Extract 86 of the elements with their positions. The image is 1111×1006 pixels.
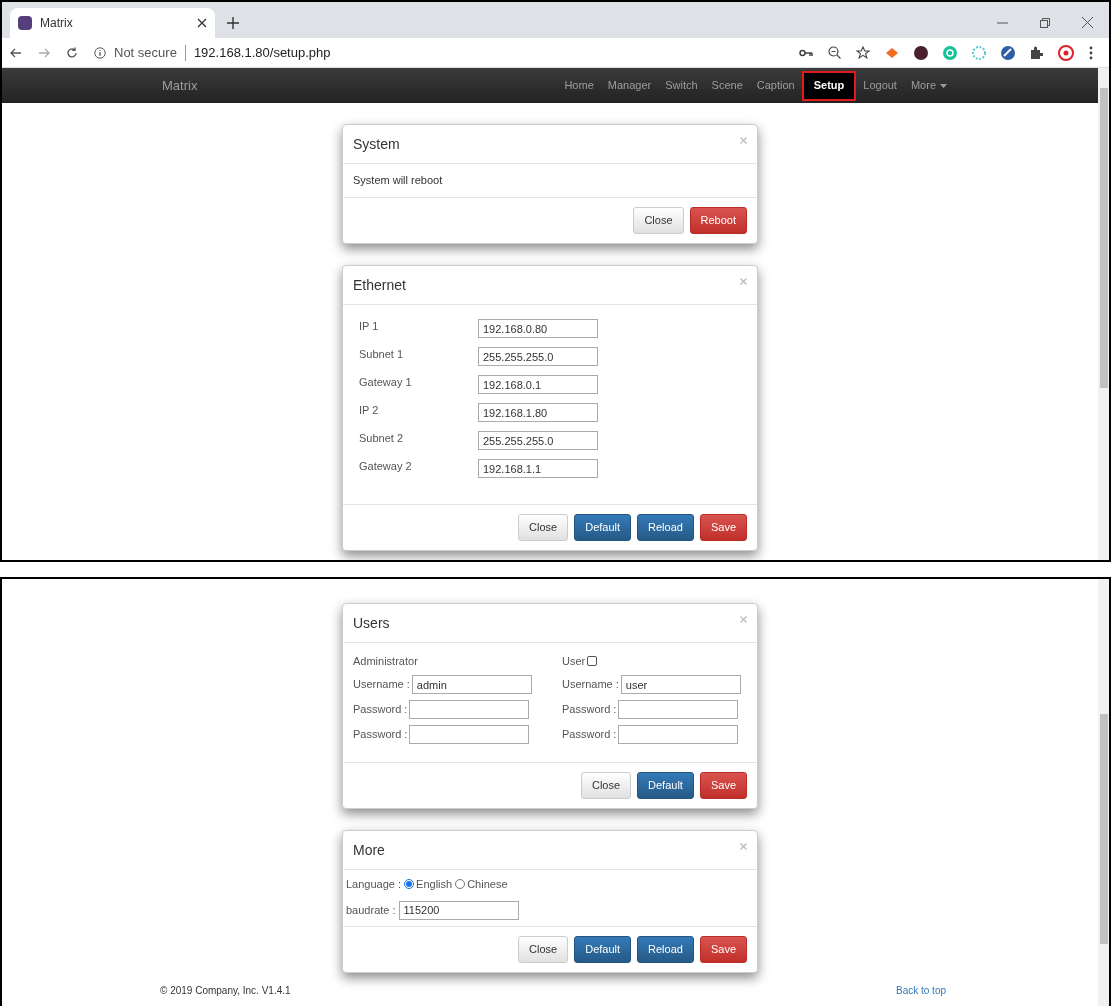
field-label: IP 2 — [359, 403, 380, 419]
input-field[interactable]: 192.168.0.80 — [478, 319, 598, 338]
forward-arrow-icon[interactable] — [38, 46, 50, 59]
address-field[interactable]: 192.168.1.80/setup.php — [193, 42, 331, 63]
reload-icon[interactable] — [66, 46, 78, 59]
nav-link[interactable]: Logout — [856, 70, 904, 101]
input-field[interactable]: 255.255.255.0 — [478, 347, 598, 366]
radio-option[interactable]: English — [404, 876, 453, 893]
input-field[interactable] — [409, 725, 530, 744]
scrollbar-thumb[interactable] — [1099, 88, 1108, 388]
field-label: Password : — [353, 727, 408, 743]
nav-link[interactable]: Switch — [658, 70, 705, 101]
puzzle-icon[interactable] — [1030, 46, 1043, 59]
nav-link[interactable]: Caption — [749, 70, 802, 101]
modal-button[interactable]: Reboot — [689, 207, 747, 234]
input-field[interactable]: 255.255.255.0 — [478, 431, 598, 450]
field-label: Password : — [562, 727, 617, 743]
input-field[interactable]: user — [620, 675, 741, 694]
field-label: Username : — [353, 677, 410, 693]
field-label: Password : — [562, 702, 617, 718]
extension-icon[interactable] — [1001, 45, 1015, 60]
field-label: Language : — [346, 877, 402, 892]
input-field[interactable] — [618, 700, 739, 719]
info-icon[interactable] — [94, 46, 106, 59]
field-label: IP 1 — [359, 319, 380, 335]
field-label: Gateway 1 — [359, 375, 413, 391]
tab-title: Matrix — [40, 15, 74, 32]
dropdown-toggle[interactable]: More — [903, 70, 954, 101]
input-field[interactable]: 192.168.1.1 — [478, 459, 598, 478]
modal-button[interactable]: Default — [574, 514, 632, 541]
modal-button[interactable]: Default — [574, 935, 632, 963]
scrollbar[interactable] — [1098, 68, 1109, 560]
modal-button[interactable]: Default — [637, 772, 694, 799]
new-tab-icon[interactable] — [227, 17, 239, 29]
nav-link[interactable]: Scene — [704, 70, 750, 101]
copyright-text: © 2019 Company, Inc. V1.4.1 — [160, 983, 291, 998]
site-logo-icon — [18, 16, 32, 30]
radio-option[interactable]: Chinese — [455, 876, 508, 893]
checkbox[interactable] — [587, 656, 598, 666]
input-field[interactable]: 115200 — [398, 900, 519, 920]
restore-icon[interactable] — [1040, 18, 1050, 28]
modal-title: Ethernet — [353, 275, 406, 295]
nav-link[interactable]: Home — [557, 70, 601, 101]
input-field[interactable]: admin — [411, 675, 532, 694]
back-to-top-link[interactable]: Back to top — [895, 982, 946, 998]
modal-button[interactable]: Close — [633, 207, 684, 234]
menu-icon[interactable] — [1089, 45, 1093, 60]
scrollbar[interactable] — [1098, 579, 1109, 1006]
back-arrow-icon[interactable] — [10, 46, 22, 59]
input-field[interactable]: 192.168.0.1 — [478, 375, 598, 394]
caret-icon — [940, 83, 947, 88]
modal-button[interactable]: Save — [699, 514, 747, 541]
input-field[interactable]: 192.168.1.80 — [478, 403, 598, 422]
key-icon[interactable] — [799, 48, 813, 57]
zoom-icon[interactable] — [828, 46, 841, 59]
close-icon[interactable] — [1082, 17, 1093, 28]
modal-button[interactable]: Reload — [637, 935, 694, 963]
input-field[interactable] — [618, 725, 739, 744]
field-label: Username : — [562, 677, 619, 693]
column-heading: User — [562, 653, 586, 669]
modal-button[interactable]: Close — [518, 514, 569, 541]
field-label: Gateway 2 — [359, 459, 413, 475]
modal-title: System — [353, 134, 400, 154]
nav-link[interactable]: Manager — [600, 70, 659, 101]
scrollbar-thumb[interactable] — [1099, 714, 1108, 944]
modal-button[interactable]: Reload — [637, 514, 694, 541]
modal-title: Users — [353, 613, 390, 633]
close-icon[interactable] — [197, 18, 207, 28]
column-heading: Administrator — [353, 653, 418, 669]
nav-link[interactable]: Setup — [801, 70, 857, 101]
security-label: Not secure — [114, 43, 177, 62]
message-text: System will reboot — [353, 173, 443, 189]
modal-title: More — [353, 840, 385, 860]
modal-button[interactable]: Close — [580, 772, 632, 799]
field-label: Subnet 2 — [359, 431, 405, 447]
browser-tab[interactable]: Matrix — [10, 8, 215, 38]
extension-icon[interactable] — [914, 45, 928, 60]
field-label: Password : — [353, 702, 408, 718]
modal-button[interactable]: Close — [518, 935, 569, 963]
brand-link[interactable]: Matrix — [162, 75, 198, 96]
star-icon[interactable] — [856, 45, 870, 60]
input-field[interactable] — [409, 700, 530, 719]
field-label: Subnet 1 — [359, 347, 405, 363]
field-label: baudrate : — [346, 902, 396, 918]
modal-button[interactable]: Save — [699, 772, 747, 799]
modal-button[interactable]: Save — [699, 935, 747, 963]
